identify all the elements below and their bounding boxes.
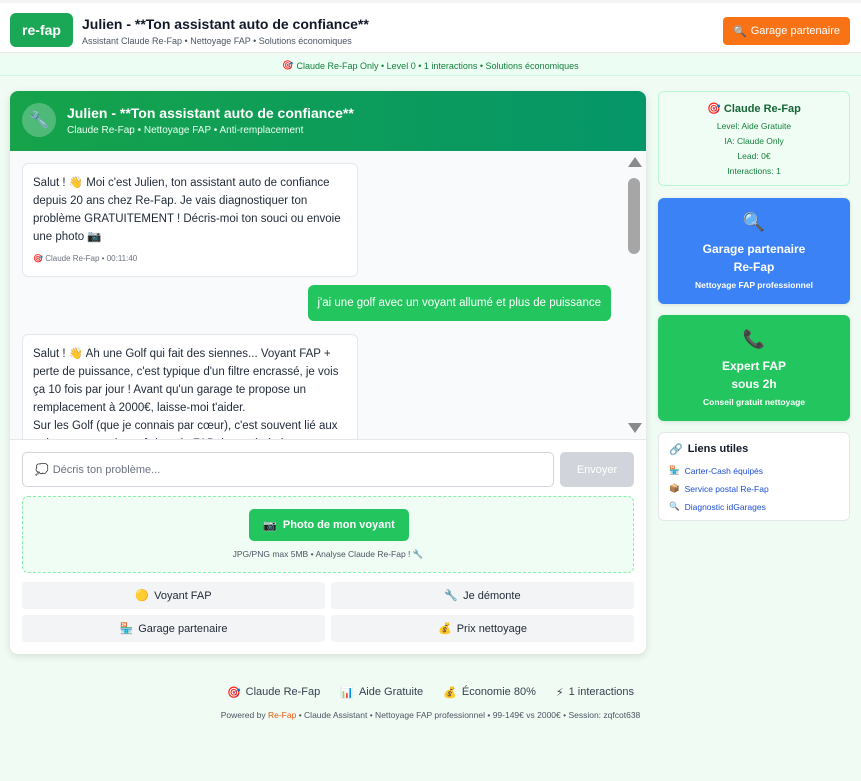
scroll-up-arrow-icon[interactable] xyxy=(628,157,642,167)
photo-hint: JPG/PNG max 5MB • Analyse Claude Re-Fap … xyxy=(232,549,424,559)
status-text: Claude Re-Fap Only • Level 0 • 1 interac… xyxy=(296,60,579,71)
chat-title: Julien - **Ton assistant auto de confian… xyxy=(67,105,354,121)
search-icon: 🔍 xyxy=(669,502,680,512)
garage-partner-card[interactable]: 🔍 Garage partenaire Re-Fap Nettoyage FAP… xyxy=(658,198,850,304)
garage-card-subtitle: Nettoyage FAP professionnel xyxy=(695,280,813,290)
quick-action-voyant-fap[interactable]: 🟡 Voyant FAP xyxy=(22,582,325,609)
links-title: 🔗 Liens utiles xyxy=(669,443,749,456)
coin-icon: 🟡 xyxy=(135,589,150,602)
scroll-thumb[interactable] xyxy=(628,178,640,254)
info-title: 🎯 Claude Re-Fap xyxy=(707,102,801,115)
money-bag-icon: 💰 xyxy=(437,622,452,635)
message-meta: 🎯 Claude Re-Fap • 00:11:40 xyxy=(33,254,138,263)
expert-card-title: Expert FAP sous 2h xyxy=(721,359,787,391)
link-carter-cash[interactable]: 🏪 Carter-Cash équipés xyxy=(669,462,839,480)
bot-message: Salut ! 👋 Moi c'est Julien, ton assistan… xyxy=(22,163,358,277)
powered-by: Powered by Re-Fap • Claude Assistant • N… xyxy=(220,710,641,720)
message-text: Salut ! 👋 Moi c'est Julien, ton assistan… xyxy=(33,177,341,243)
app-header: re-fap Julien - **Ton assistant auto de … xyxy=(0,0,861,53)
link-diagnostic-idgarages[interactable]: 🔍 Diagnostic idGarages xyxy=(669,498,839,516)
status-bar: 🎯 Claude Re-Fap Only • Level 0 • 1 inter… xyxy=(0,56,861,76)
assistant-info-card: 🎯 Claude Re-Fap Level: Aide Gratuite IA:… xyxy=(658,91,850,186)
quick-action-garage-partenaire[interactable]: 🏪 Garage partenaire xyxy=(22,615,325,642)
footer-stat: 🎯 Claude Re-Fap xyxy=(226,685,321,699)
message-list[interactable]: Salut ! 👋 Moi c'est Julien, ton assistan… xyxy=(10,151,646,439)
bot-message: Salut ! 👋 Ah une Golf qui fait des sienn… xyxy=(22,334,358,439)
send-button[interactable]: Envoyer xyxy=(560,452,634,487)
info-lead: Lead: 0€ xyxy=(737,151,771,161)
garage-icon: 🏪 xyxy=(119,622,134,635)
photo-button-label: Photo de mon voyant xyxy=(282,519,395,531)
search-icon: 🔍 xyxy=(742,212,766,233)
photo-upload-button[interactable]: 📷 Photo de mon voyant xyxy=(249,509,409,541)
message-input[interactable]: 💭 Décris ton problème... xyxy=(22,452,554,487)
garage-partner-label: Garage partenaire xyxy=(750,25,840,37)
page-title: Julien - **Ton assistant auto de confian… xyxy=(82,16,369,32)
garage-card-title: Garage partenaire Re-Fap xyxy=(702,242,806,274)
chat-header: 🔧 Julien - **Ton assistant auto de confi… xyxy=(10,91,646,151)
chart-icon: 📊 xyxy=(340,685,354,699)
phone-icon: 📞 xyxy=(742,329,766,350)
quick-action-je-demonte[interactable]: 🔧 Je démonte xyxy=(331,582,634,609)
link-icon: 🔗 xyxy=(669,443,683,456)
expert-fap-card[interactable]: 📞 Expert FAP sous 2h Conseil gratuit net… xyxy=(658,315,850,421)
garage-partner-button[interactable]: 🔍 Garage partenaire xyxy=(723,17,850,45)
wrench-icon: 🔧 xyxy=(444,589,459,602)
camera-icon: 📷 xyxy=(263,518,277,532)
info-level: Level: Aide Gratuite xyxy=(716,121,792,131)
target-icon: 🎯 xyxy=(707,102,721,115)
scroll-down-arrow-icon[interactable] xyxy=(628,423,642,433)
store-icon: 🏪 xyxy=(669,466,680,476)
info-ia: IA: Claude Only xyxy=(724,136,784,146)
wrench-icon: 🔧 xyxy=(22,103,56,137)
input-placeholder: Décris ton problème... xyxy=(52,463,161,476)
divider xyxy=(10,439,646,440)
footer-stats: 🎯 Claude Re-Fap 📊 Aide Gratuite 💰 Économie … xyxy=(0,684,861,700)
chat-subtitle: Claude Re-Fap • Nettoyage FAP • Anti-rem… xyxy=(67,125,304,136)
search-icon: 🔍 xyxy=(733,24,747,38)
target-icon: 🎯 xyxy=(33,254,43,263)
footer-stat: ⚡ 1 interactions xyxy=(555,685,635,699)
scrollbar[interactable] xyxy=(627,151,642,439)
brand-link[interactable]: Re-Fap xyxy=(268,710,296,720)
photo-upload-zone[interactable]: 📷 Photo de mon voyant JPG/PNG max 5MB • … xyxy=(22,496,634,573)
footer-stat: 📊 Aide Gratuite xyxy=(340,685,424,699)
target-icon: 🎯 xyxy=(282,60,297,71)
package-icon: 📦 xyxy=(669,484,680,494)
useful-links-card: 🔗 Liens utiles 🏪 Carter-Cash équipés 📦 S… xyxy=(658,432,850,521)
speech-bubble-icon: 💭 xyxy=(35,463,49,476)
chat-panel: 🔧 Julien - **Ton assistant auto de confi… xyxy=(10,91,646,654)
page-subtitle: Assistant Claude Re-Fap • Nettoyage FAP … xyxy=(82,36,352,46)
quick-action-prix-nettoyage[interactable]: 💰 Prix nettoyage xyxy=(331,615,634,642)
footer-stat: 💰 Économie 80% xyxy=(443,685,536,699)
target-icon: 🎯 xyxy=(226,685,241,699)
money-bag-icon: 💰 xyxy=(443,685,457,699)
logo[interactable]: re-fap xyxy=(10,13,73,47)
user-message: j'ai une golf avec un voyant allumé et p… xyxy=(307,285,611,321)
expert-card-subtitle: Conseil gratuit nettoyage xyxy=(702,397,805,407)
message-text: Salut ! 👋 Ah une Golf qui fait des sienn… xyxy=(33,348,339,439)
lightning-icon: ⚡ xyxy=(555,685,564,699)
link-service-postal[interactable]: 📦 Service postal Re-Fap xyxy=(669,480,839,498)
info-interactions: Interactions: 1 xyxy=(727,166,781,176)
